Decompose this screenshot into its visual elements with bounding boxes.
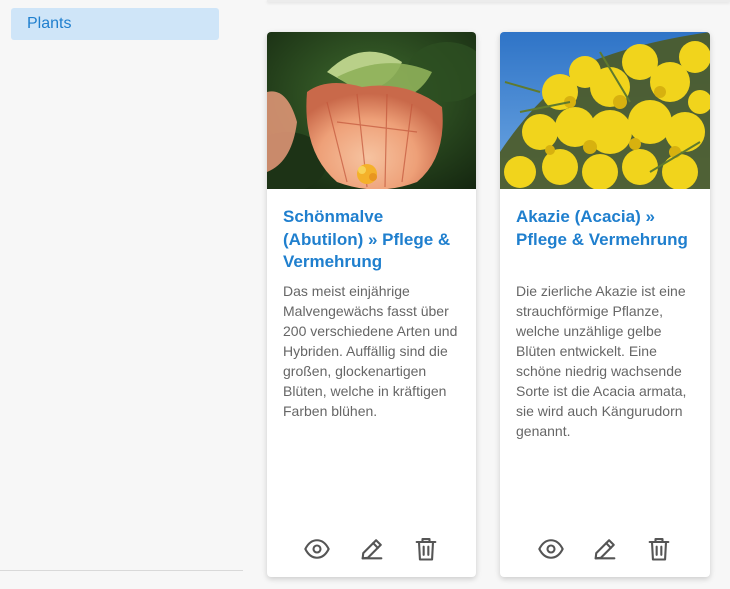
trash-icon[interactable] [645, 535, 673, 563]
pencil-icon[interactable] [591, 535, 619, 563]
card-title[interactable]: Schönmalve (Abutilon) » Pflege & Vermehr… [283, 206, 463, 274]
sidebar-divider [0, 570, 243, 571]
card-actions [267, 535, 476, 563]
top-bar-edge [267, 0, 730, 2]
pencil-icon[interactable] [358, 535, 386, 563]
plant-card: Schönmalve (Abutilon) » Pflege & Vermehr… [267, 32, 476, 577]
eye-icon[interactable] [537, 535, 565, 563]
sidebar: Plants [0, 0, 243, 589]
card-description: Die zierliche Akazie ist eine strauchför… [516, 283, 687, 439]
trash-icon[interactable] [412, 535, 440, 563]
card-description: Das meist einjährige Malvengewächs fasst… [283, 283, 458, 419]
plant-card: Akazie (Acacia) » Pflege & Vermehrung Di… [500, 32, 710, 577]
sidebar-item-plants[interactable]: Plants [11, 8, 219, 40]
card-actions [500, 535, 710, 563]
abutilon-flower-image[interactable] [267, 32, 476, 189]
acacia-flower-image[interactable] [500, 32, 710, 189]
card-title[interactable]: Akazie (Acacia) » Pflege & Vermehrung [516, 206, 696, 251]
eye-icon[interactable] [303, 535, 331, 563]
